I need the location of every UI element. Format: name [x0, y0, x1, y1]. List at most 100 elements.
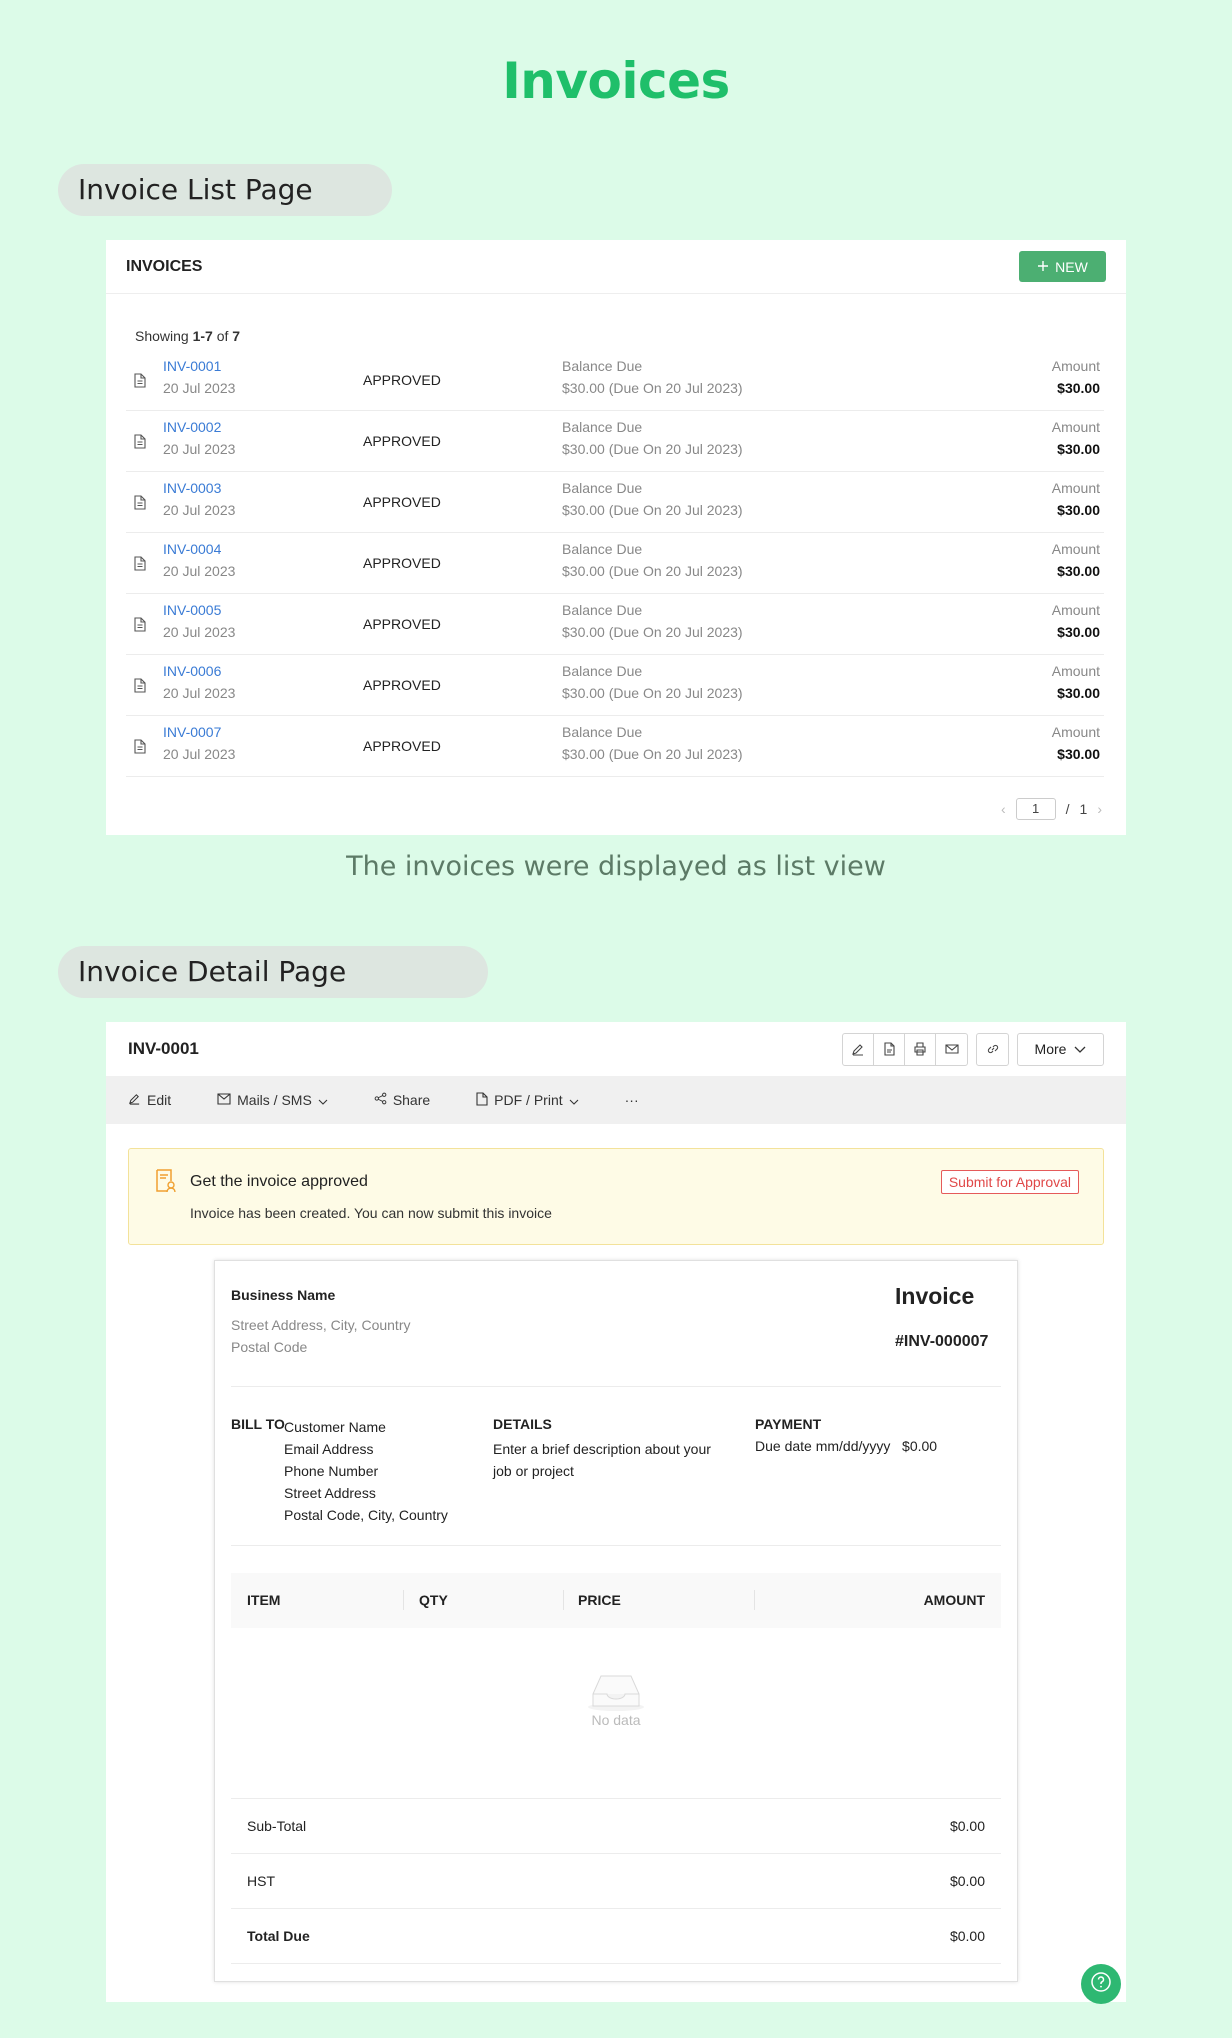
invoice-date: 20 Jul 2023: [163, 563, 236, 579]
showing-count: Showing 1-7 of 7: [135, 328, 241, 344]
balance-due-value: $30.00 (Due On 20 Jul 2023): [562, 746, 743, 762]
invoice-id-link[interactable]: INV-0002: [163, 419, 221, 435]
alert-message: Invoice has been created. You can now su…: [190, 1205, 552, 1221]
bill-to-line: Postal Code, City, Country: [284, 1507, 448, 1523]
empty-state: No data: [231, 1628, 1001, 1798]
balance-due-label: Balance Due: [562, 724, 643, 740]
balance-due-value: $30.00 (Due On 20 Jul 2023): [562, 624, 743, 640]
column-item: ITEM: [247, 1592, 281, 1608]
invoice-row[interactable]: INV-0003 20 Jul 2023 APPROVED Balance Due $3…: [126, 472, 1104, 533]
amount-value: $30.00: [1057, 441, 1100, 457]
section-label-list: Invoice List Page: [58, 164, 392, 216]
invoice-status: APPROVED: [363, 616, 441, 632]
pdf-icon: [476, 1091, 488, 1109]
invoice-row[interactable]: INV-0004 20 Jul 2023 APPROVED Balance Due $3…: [126, 533, 1104, 594]
prev-page-icon[interactable]: ‹: [1001, 801, 1006, 817]
total-due-label: Total Due: [247, 1928, 310, 1944]
edit-button[interactable]: Edit: [128, 1092, 171, 1108]
empty-inbox-icon: [587, 1672, 645, 1717]
divider: [231, 1386, 1001, 1387]
invoice-status: APPROVED: [363, 433, 441, 449]
pencil-icon: [128, 1092, 141, 1108]
business-postal: Postal Code: [231, 1339, 308, 1355]
overflow-menu-button[interactable]: ···: [625, 1092, 639, 1108]
more-button[interactable]: More: [1017, 1032, 1104, 1066]
amount-label: Amount: [1051, 663, 1100, 679]
balance-due-value: $30.00 (Due On 20 Jul 2023): [562, 685, 743, 701]
detail-header: INV-0001 More: [106, 1022, 1126, 1076]
bill-to-label: BILL TO: [231, 1416, 285, 1432]
invoice-id-link[interactable]: INV-0004: [163, 541, 221, 557]
bill-to-line: Street Address: [284, 1485, 376, 1501]
invoice-date: 20 Jul 2023: [163, 746, 236, 762]
document-icon: [134, 434, 146, 449]
mails-sms-button[interactable]: Mails / SMS: [217, 1092, 328, 1108]
items-table-header: ITEM QTY PRICE AMOUNT: [231, 1573, 1001, 1628]
invoice-row[interactable]: INV-0002 20 Jul 2023 APPROVED Balance Due $3…: [126, 411, 1104, 472]
invoice-id-link[interactable]: INV-0006: [163, 663, 221, 679]
document-icon: [134, 373, 146, 388]
page-input[interactable]: 1: [1015, 798, 1056, 820]
pdf-print-label: PDF / Print: [494, 1092, 563, 1108]
submit-for-approval-button[interactable]: Submit for Approval: [940, 1170, 1079, 1194]
detail-title: INV-0001: [128, 1039, 199, 1058]
plus-icon: [1037, 259, 1049, 275]
bill-to-line: Phone Number: [284, 1463, 379, 1479]
help-button[interactable]: [1081, 1964, 1121, 2004]
page-total: 1: [1079, 801, 1088, 817]
amount-value: $30.00: [1057, 563, 1100, 579]
invoice-row[interactable]: INV-0001 20 Jul 2023 APPROVED Balance Due $3…: [126, 350, 1104, 411]
page-separator: /: [1065, 801, 1070, 817]
edit-label: Edit: [147, 1092, 172, 1108]
balance-due-label: Balance Due: [562, 602, 643, 618]
balance-due-label: Balance Due: [562, 663, 643, 679]
tax-row: HST $0.00: [231, 1854, 1001, 1909]
balance-due-label: Balance Due: [562, 358, 643, 374]
next-page-icon[interactable]: ›: [1097, 801, 1102, 817]
balance-due-value: $30.00 (Due On 20 Jul 2023): [562, 380, 743, 396]
share-icon: [374, 1092, 387, 1108]
invoice-heading: Invoice: [895, 1283, 975, 1309]
header-actions: More: [842, 1032, 1104, 1066]
pdf-print-button[interactable]: PDF / Print: [476, 1091, 579, 1109]
list-caption: The invoices were displayed as list view: [346, 851, 886, 882]
invoice-row[interactable]: INV-0005 20 Jul 2023 APPROVED Balance Due $3…: [126, 594, 1104, 655]
invoice-row[interactable]: INV-0006 20 Jul 2023 APPROVED Balance Due $3…: [126, 655, 1104, 716]
amount-value: $30.00: [1057, 685, 1100, 701]
more-button-label: More: [1034, 1041, 1067, 1057]
balance-due-value: $30.00 (Due On 20 Jul 2023): [562, 502, 743, 518]
invoice-number: #INV-000007: [895, 1333, 989, 1350]
details-label: DETAILS: [493, 1416, 552, 1432]
amount-value: $30.00: [1057, 746, 1100, 762]
subtotal-value: $0.00: [949, 1818, 985, 1834]
balance-due-value: $30.00 (Due On 20 Jul 2023): [562, 563, 743, 579]
invoice-date: 20 Jul 2023: [163, 502, 236, 518]
pagination: ‹ 1 / 1 ›: [1001, 798, 1102, 820]
pdf-icon[interactable]: [874, 1033, 905, 1065]
invoice-row[interactable]: INV-0007 20 Jul 2023 APPROVED Balance Due $3…: [126, 716, 1104, 777]
new-invoice-button[interactable]: NEW: [1019, 251, 1106, 282]
share-button[interactable]: Share: [374, 1092, 430, 1108]
balance-due-value: $30.00 (Due On 20 Jul 2023): [562, 441, 743, 457]
link-icon[interactable]: [976, 1032, 1009, 1066]
edit-icon[interactable]: [843, 1033, 874, 1065]
approval-doc-icon: [155, 1169, 177, 1198]
bill-to-line: Customer Name: [284, 1419, 386, 1435]
invoice-id-link[interactable]: INV-0003: [163, 480, 221, 496]
new-button-label: NEW: [1055, 258, 1088, 275]
balance-due-label: Balance Due: [562, 541, 643, 557]
share-label: Share: [392, 1092, 431, 1108]
amount-label: Amount: [1051, 602, 1100, 618]
invoice-id-link[interactable]: INV-0001: [163, 358, 221, 374]
invoice-list-panel: INVOICES NEW Showing 1-7 of 7 INV-0001 20…: [106, 240, 1126, 835]
column-price: PRICE: [578, 1592, 621, 1608]
page-title: Invoices: [502, 52, 730, 110]
detail-toolbar: Edit Mails / SMS Share PDF / Print ···: [106, 1076, 1126, 1124]
invoice-id-link[interactable]: INV-0005: [163, 602, 221, 618]
amount-value: $30.00: [1057, 502, 1100, 518]
invoice-id-link[interactable]: INV-0007: [163, 724, 221, 740]
invoice-date: 20 Jul 2023: [163, 624, 236, 640]
print-icon[interactable]: [905, 1033, 936, 1065]
mail-icon[interactable]: [936, 1034, 967, 1065]
alert-title: Get the invoice approved: [190, 1173, 368, 1190]
